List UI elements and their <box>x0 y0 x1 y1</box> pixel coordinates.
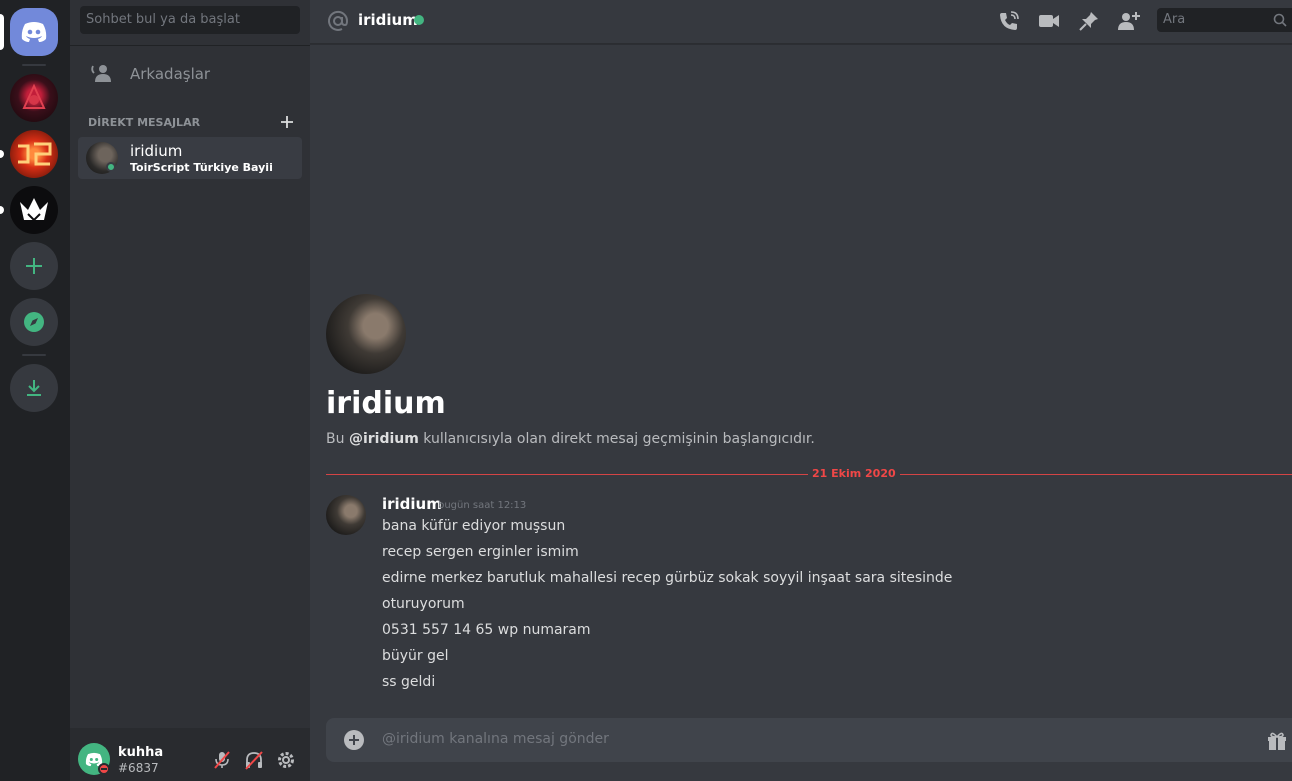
message-text: 0531 557 14 65 wp numaram <box>382 622 591 638</box>
server-avatar-icon <box>22 83 46 109</box>
mute-button[interactable] <box>210 748 234 772</box>
recipient-avatar-large <box>326 294 406 374</box>
server-avatar-icon <box>18 142 52 166</box>
create-dm-plus-icon[interactable] <box>280 115 294 129</box>
message-text: bana küfür ediyor muşsun <box>382 518 566 534</box>
download-apps-button[interactable] <box>10 364 58 412</box>
conversation-title: iridium <box>326 386 446 421</box>
user-settings-button[interactable] <box>274 748 298 772</box>
message-text: ss geldi <box>382 674 436 690</box>
phone-call-icon <box>1000 11 1019 30</box>
friends-label: Arkadaşlar <box>130 65 211 83</box>
headphones-deafened-icon <box>245 751 263 770</box>
dm-custom-status: ToirScript Türkiye Bayii <box>130 161 273 174</box>
server-avatar-icon <box>20 198 48 222</box>
home-button[interactable] <box>10 8 58 56</box>
gear-icon <box>278 752 294 768</box>
unread-pill <box>0 206 4 214</box>
intro-text-suffix: kullanıcısıyla olan direkt mesaj geçmişi… <box>418 431 815 447</box>
pin-icon <box>1079 12 1098 31</box>
dnd-status-icon <box>98 763 110 775</box>
conversation-start-text: Bu @iridium kullanıcısıyla olan direkt m… <box>326 431 815 447</box>
server-icon-1[interactable] <box>10 74 58 122</box>
unread-pill <box>0 150 4 158</box>
gift-icon[interactable] <box>1266 729 1288 751</box>
message-timestamp: bugün saat 12:13 <box>438 500 527 511</box>
search-input[interactable]: Ara <box>1157 8 1292 32</box>
discord-logo-icon <box>21 22 47 42</box>
date-divider-label: 21 Ekim 2020 <box>808 467 900 480</box>
online-status-icon <box>106 162 116 172</box>
search-placeholder: Ara <box>1163 12 1186 27</box>
online-status-icon <box>414 15 424 25</box>
start-voice-call-button[interactable] <box>996 9 1022 33</box>
compass-icon <box>24 312 44 332</box>
deafen-button[interactable] <box>242 748 266 772</box>
chat-recipient-name: iridium <box>358 11 418 29</box>
download-icon <box>27 380 41 396</box>
microphone-muted-icon <box>214 751 230 769</box>
message-author[interactable]: iridium <box>382 495 442 513</box>
avatar[interactable] <box>326 495 366 535</box>
user-tag: #6837 <box>118 761 159 775</box>
username: kuhha <box>118 745 164 760</box>
dm-header-label: DİREKT MESAJLAR <box>88 115 201 129</box>
message-composer[interactable]: @iridium kanalına mesaj gönder <box>326 718 1292 762</box>
message-text: edirne merkez barutluk mahallesi recep g… <box>382 570 953 586</box>
friends-wave-icon <box>91 65 111 82</box>
server-rail <box>0 0 70 781</box>
dm-name: iridium <box>130 142 183 160</box>
video-camera-icon <box>1039 15 1059 27</box>
server-icon-2[interactable] <box>10 130 58 178</box>
friends-nav-item[interactable]: Arkadaşlar <box>78 54 302 94</box>
find-conversation-input[interactable]: Sohbet bul ya da başlat <box>80 6 300 34</box>
explore-servers-button[interactable] <box>10 298 58 346</box>
search-icon <box>1273 13 1287 27</box>
message-text: recep sergen erginler ismim <box>382 544 579 560</box>
start-video-call-button[interactable] <box>1036 9 1062 33</box>
message-text: büyür gel <box>382 648 449 664</box>
server-icon-3[interactable] <box>10 186 58 234</box>
intro-text-prefix: Bu <box>326 431 349 447</box>
sidebar-divider <box>70 45 310 46</box>
dm-sidebar: Sohbet bul ya da başlat Arkadaşlar DİREK… <box>70 0 310 781</box>
rail-separator <box>22 354 46 356</box>
message-input-placeholder: @iridium kanalına mesaj gönder <box>382 731 609 747</box>
add-server-button[interactable] <box>10 242 58 290</box>
at-sign-icon <box>328 10 349 31</box>
add-user-icon <box>1118 12 1140 30</box>
pinned-messages-button[interactable] <box>1076 9 1102 33</box>
add-friends-to-dm-button[interactable] <box>1116 9 1142 33</box>
dm-list-item[interactable]: iridium ToirScript Türkiye Bayii <box>78 137 302 179</box>
rail-separator <box>22 64 46 66</box>
selected-pill <box>0 14 4 50</box>
message-text: oturuyorum <box>382 596 465 612</box>
chat-header: iridium Ara <box>310 0 1292 44</box>
user-panel: kuhha #6837 <box>70 728 310 781</box>
attach-plus-icon[interactable] <box>344 730 364 750</box>
plus-icon <box>26 258 42 274</box>
intro-mention: @iridium <box>348 431 419 447</box>
direct-messages-header: DİREKT MESAJLAR <box>88 114 294 130</box>
